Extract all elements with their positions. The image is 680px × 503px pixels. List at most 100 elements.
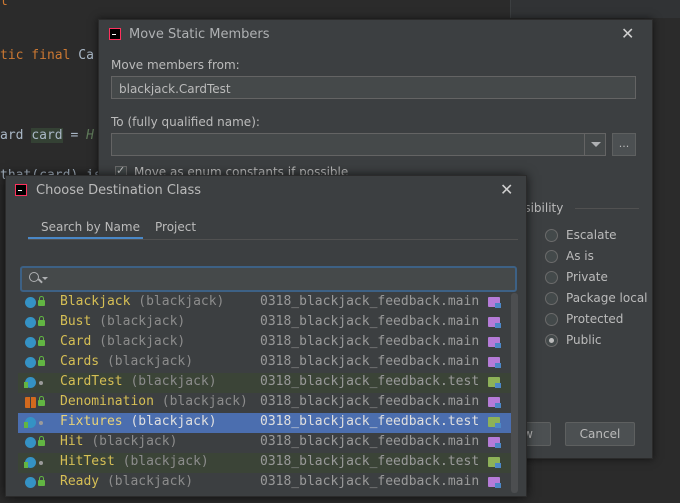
list-item[interactable]: CardTest (blackjack) 0318_blackjack_feedb… bbox=[18, 373, 512, 393]
radio-button[interactable] bbox=[545, 250, 558, 263]
class-icon bbox=[25, 357, 36, 368]
test-folder-icon bbox=[488, 457, 501, 468]
public-lock-icon bbox=[38, 316, 45, 326]
class-package: (blackjack) bbox=[106, 354, 194, 369]
choose-destination-class-dialog: Choose Destination Class ✕ Search by Nam… bbox=[5, 175, 527, 497]
list-item[interactable]: Denomination (blackjack) 0318_blackjack_f… bbox=[18, 393, 512, 413]
public-lock-icon bbox=[38, 336, 45, 346]
test-folder-icon bbox=[488, 377, 501, 388]
class-name: Fixtures (blackjack) bbox=[60, 414, 217, 429]
cancel-button[interactable]: Cancel bbox=[565, 422, 635, 446]
class-package: (blackjack) bbox=[99, 334, 186, 349]
dialog-title: Move Static Members bbox=[129, 27, 270, 42]
list-item[interactable]: Ready (blackjack) 0318_blackjack_feedback… bbox=[18, 473, 512, 493]
chevron-down-icon[interactable] bbox=[42, 277, 48, 280]
list-item[interactable]: Hit (blackjack) 0318_blackjack_feedback.m… bbox=[18, 433, 512, 453]
divider bbox=[28, 239, 518, 240]
source-folder-icon bbox=[488, 317, 501, 328]
class-package: (blackjack) bbox=[106, 474, 194, 489]
list-item[interactable]: Cards (blackjack) 0318_blackjack_feedback… bbox=[18, 353, 512, 373]
module-name: 0318_blackjack_feedback.main bbox=[260, 354, 480, 369]
from-field[interactable]: blackjack.CardTest bbox=[111, 76, 636, 99]
class-package: (blackjack) bbox=[91, 434, 178, 449]
divider bbox=[575, 208, 639, 209]
class-name: Ready (blackjack) bbox=[60, 474, 194, 489]
from-label: Move members from: bbox=[111, 58, 240, 72]
class-package: (blackjack) bbox=[130, 414, 217, 429]
class-name: HitTest (blackjack) bbox=[60, 454, 209, 469]
class-package: (blackjack) bbox=[99, 314, 186, 329]
dialog-title: Choose Destination Class bbox=[36, 183, 202, 198]
class-icon bbox=[25, 337, 36, 348]
chevron-down-icon[interactable] bbox=[584, 133, 606, 156]
enum-icon bbox=[25, 397, 36, 408]
browse-button[interactable]: ... bbox=[612, 133, 636, 156]
package-private-icon bbox=[39, 381, 43, 385]
class-package: (blackjack) bbox=[138, 294, 225, 309]
package-private-icon bbox=[39, 421, 43, 425]
class-list[interactable]: Blackjack (blackjack) 0318_blackjack_feed… bbox=[18, 293, 516, 503]
intellij-logo-icon bbox=[15, 184, 27, 196]
class-package: (blackjack) bbox=[122, 454, 209, 469]
source-folder-icon bbox=[488, 297, 501, 308]
class-icon bbox=[25, 317, 36, 328]
class-name: Bust (blackjack) bbox=[60, 314, 186, 329]
list-item[interactable]: HitTest (blackjack) 0318_blackjack_feedba… bbox=[18, 453, 512, 473]
to-label: To (fully qualified name): bbox=[111, 115, 260, 129]
class-name: Hit (blackjack) bbox=[60, 434, 178, 449]
editor-gutter-right bbox=[510, 0, 680, 18]
public-lock-icon bbox=[38, 296, 45, 306]
list-item[interactable]: Bust (blackjack) 0318_blackjack_feedback.… bbox=[18, 313, 512, 333]
class-icon bbox=[24, 377, 36, 388]
package-private-icon bbox=[39, 461, 43, 465]
tab-search-by-name[interactable]: Search by Name bbox=[41, 220, 140, 234]
search-input[interactable] bbox=[20, 266, 517, 292]
close-icon[interactable]: ✕ bbox=[621, 26, 634, 42]
list-item[interactable]: Blackjack (blackjack) 0318_blackjack_feed… bbox=[18, 293, 512, 313]
code-line: ard card = H bbox=[0, 128, 94, 143]
public-lock-icon bbox=[38, 436, 45, 446]
radio-button-selected[interactable] bbox=[545, 334, 558, 347]
to-field[interactable] bbox=[111, 133, 606, 156]
code-line: tic final Ca bbox=[0, 48, 94, 63]
intellij-logo-icon bbox=[109, 28, 121, 40]
class-icon bbox=[24, 417, 36, 428]
class-package: (blackjack) bbox=[130, 374, 217, 389]
module-name: 0318_blackjack_feedback.main bbox=[260, 294, 480, 309]
source-folder-icon bbox=[488, 397, 501, 408]
class-name: Card (blackjack) bbox=[60, 334, 186, 349]
radio-button[interactable] bbox=[545, 271, 558, 284]
class-name: Cards (blackjack) bbox=[60, 354, 194, 369]
tab-project[interactable]: Project bbox=[155, 220, 196, 234]
radio-button[interactable] bbox=[545, 313, 558, 326]
class-name: Blackjack (blackjack) bbox=[60, 294, 225, 309]
module-name: 0318_blackjack_feedback.main bbox=[260, 394, 480, 409]
radio-button[interactable] bbox=[545, 229, 558, 242]
class-icon bbox=[25, 437, 36, 448]
search-icon bbox=[29, 272, 39, 282]
test-folder-icon bbox=[488, 417, 501, 428]
class-icon bbox=[25, 477, 36, 488]
class-name: CardTest (blackjack) bbox=[60, 374, 217, 389]
code-line: l bbox=[0, 0, 8, 9]
module-name: 0318_blackjack_feedback.main bbox=[260, 314, 480, 329]
public-lock-icon bbox=[38, 396, 45, 406]
scrollbar[interactable] bbox=[511, 293, 518, 493]
class-icon bbox=[25, 297, 36, 308]
radio-button[interactable] bbox=[545, 292, 558, 305]
class-icon bbox=[24, 457, 36, 468]
module-name: 0318_blackjack_feedback.main bbox=[260, 334, 480, 349]
source-folder-icon bbox=[488, 437, 501, 448]
list-item[interactable]: Card (blackjack) 0318_blackjack_feedback.… bbox=[18, 333, 512, 353]
public-lock-icon bbox=[38, 476, 45, 486]
source-folder-icon bbox=[488, 357, 501, 368]
class-name: Denomination (blackjack) bbox=[60, 394, 248, 409]
module-name: 0318_blackjack_feedback.test bbox=[260, 374, 480, 389]
module-name: 0318_blackjack_feedback.main bbox=[260, 474, 480, 489]
code-keyword: tic final bbox=[0, 48, 79, 63]
module-name: 0318_blackjack_feedback.test bbox=[260, 454, 480, 469]
close-icon[interactable]: ✕ bbox=[500, 182, 513, 198]
list-item[interactable]: Fixtures (blackjack) 0318_blackjack_feedb… bbox=[18, 413, 512, 433]
module-name: 0318_blackjack_feedback.test bbox=[260, 414, 480, 429]
public-lock-icon bbox=[38, 356, 45, 366]
